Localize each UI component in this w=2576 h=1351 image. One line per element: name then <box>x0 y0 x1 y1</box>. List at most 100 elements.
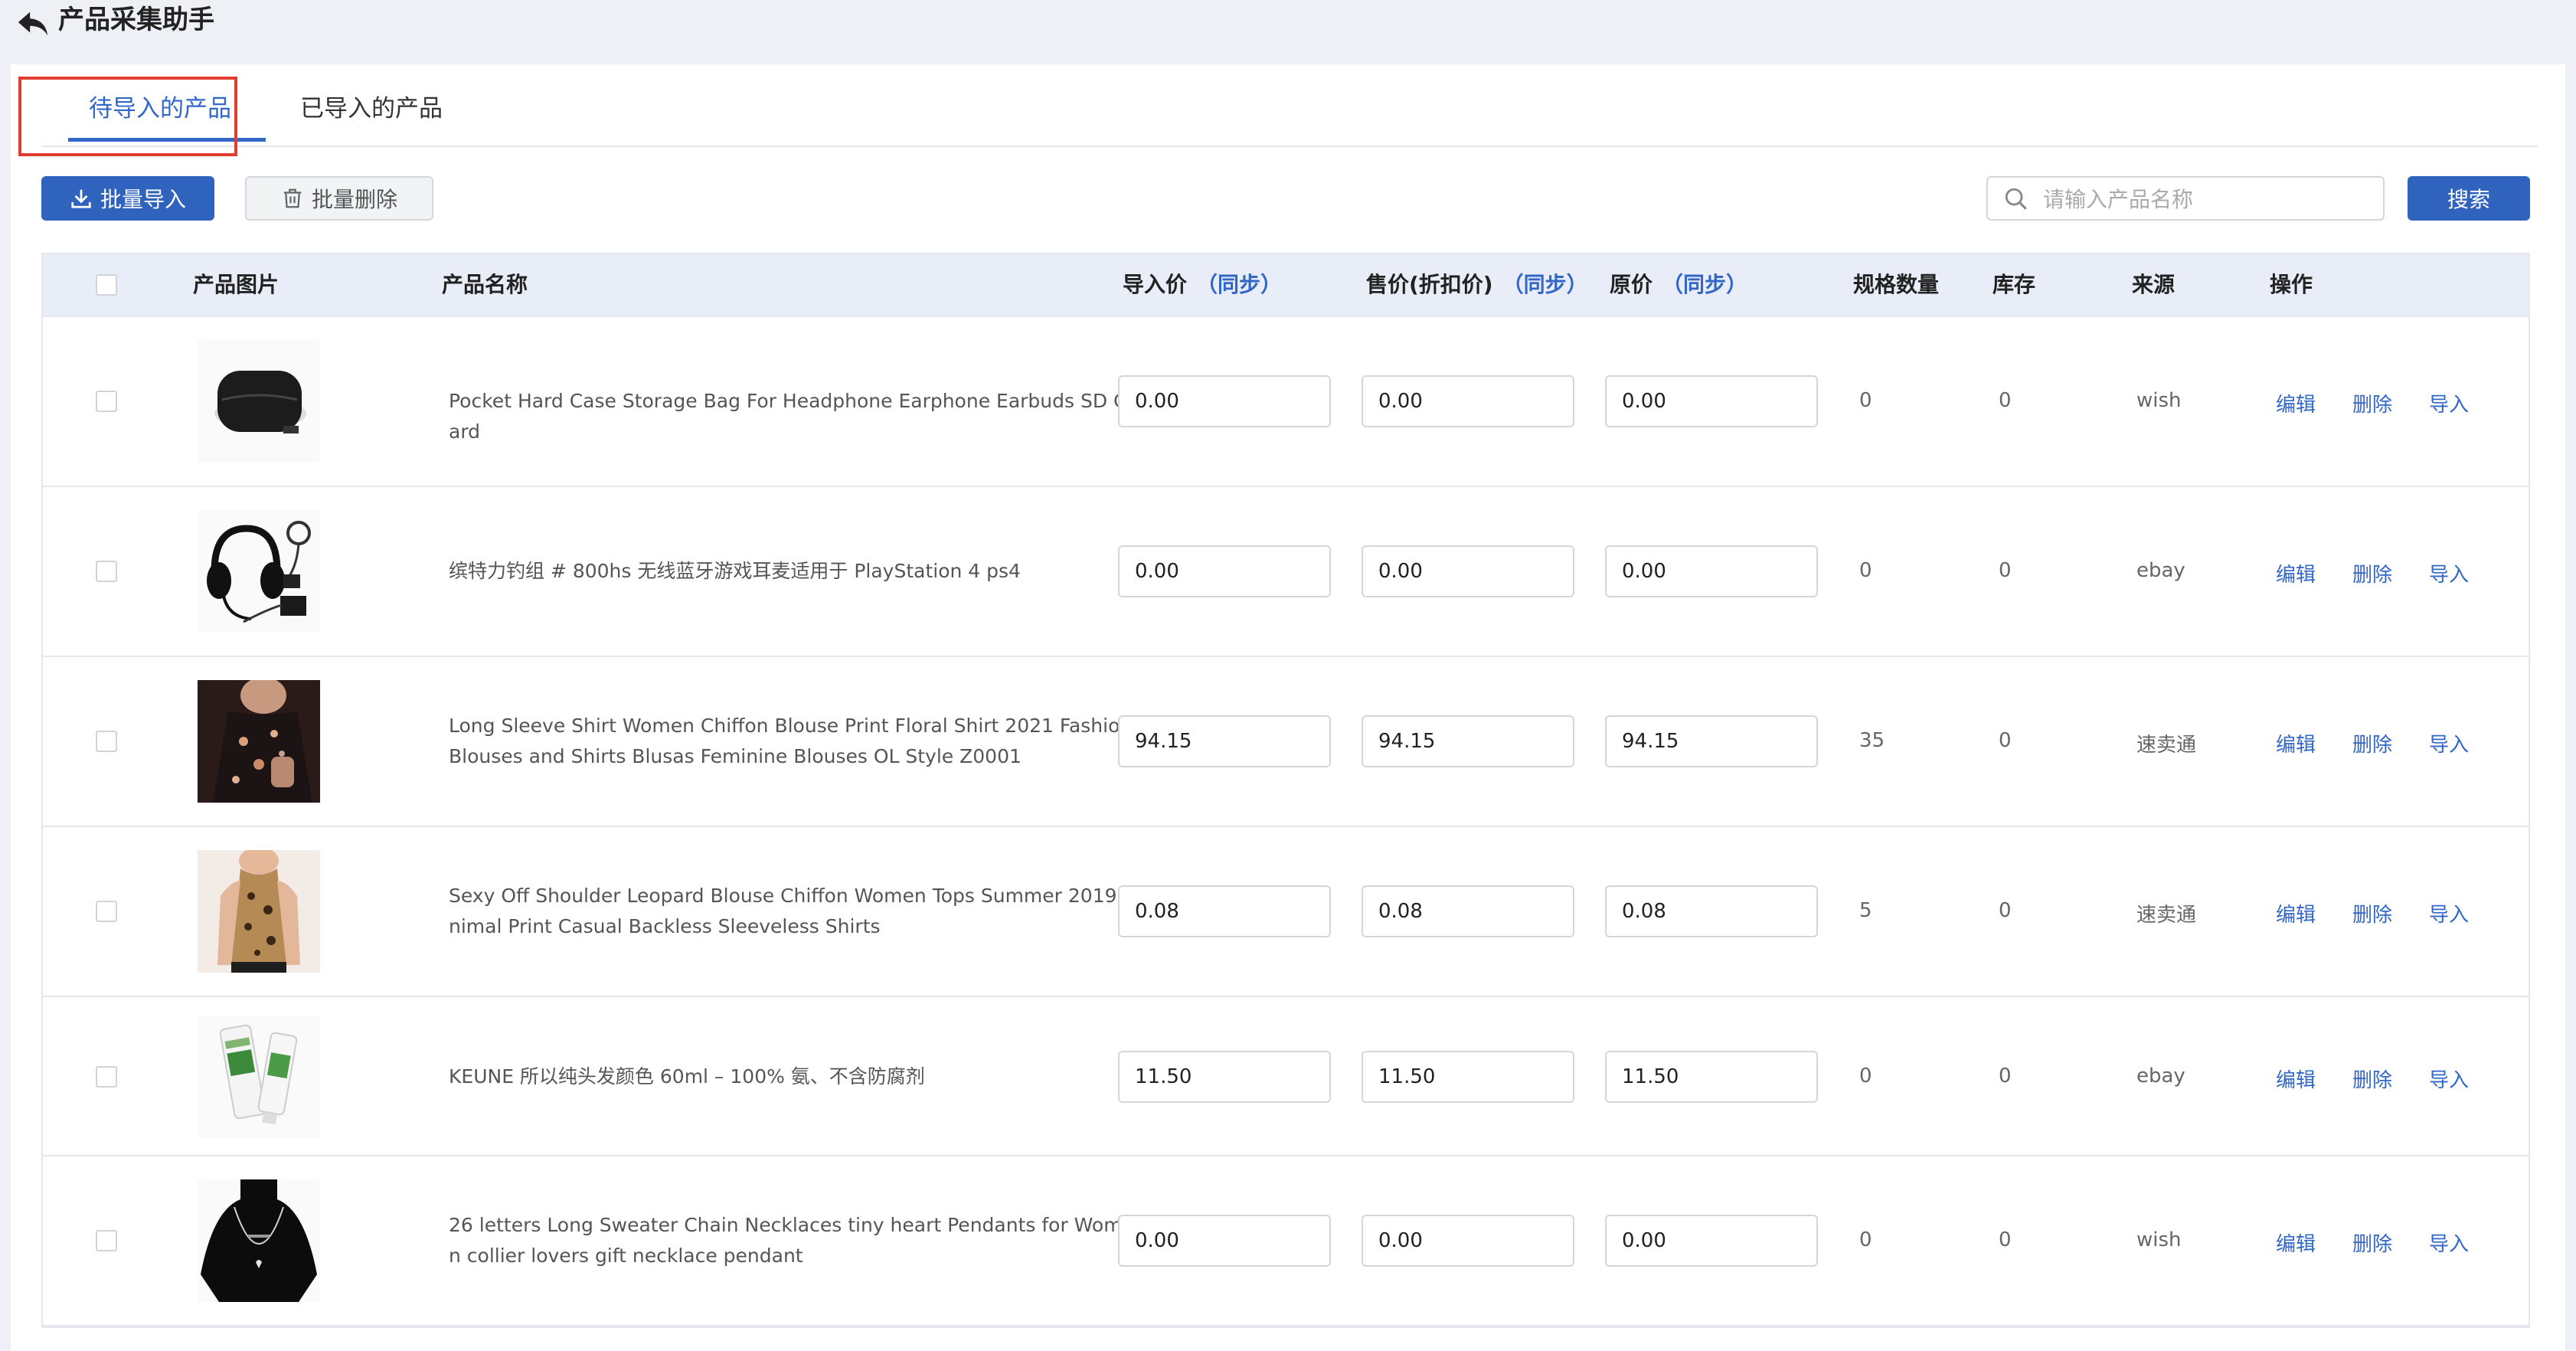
header-sale-price: 售价(折扣价) （同步） <box>1366 254 1588 316</box>
table-row: Long Sleeve Shirt Women Chiffon Blouse P… <box>43 657 2529 827</box>
header-stock: 库存 <box>1992 272 2036 297</box>
table-header: 产品图片 产品名称 导入价 （同步） 售价(折扣价) （同步） 原价 （同步） 规格数… <box>43 254 2529 317</box>
import-link[interactable]: 导入 <box>2429 559 2469 587</box>
back-arrow-icon[interactable] <box>15 6 51 41</box>
sale-price-input[interactable] <box>1362 375 1574 427</box>
edit-link[interactable]: 编辑 <box>2276 899 2316 927</box>
table-row: KEUNE 所以纯头发颜色 60ml – 100% 氨、不含防腐剂 0 0 eb… <box>43 997 2529 1156</box>
header-product-image: 产品图片 <box>193 272 280 297</box>
main-panel: 待导入的产品 已导入的产品 批量导入 批量删除 搜索 产品图片 产品名称 导入价… <box>11 64 2565 1351</box>
batch-delete-label: 批量删除 <box>311 187 397 212</box>
original-price-input[interactable] <box>1605 545 1818 597</box>
original-price-input[interactable] <box>1605 1051 1818 1103</box>
original-price-input[interactable] <box>1605 1215 1818 1267</box>
row-checkbox[interactable] <box>96 1230 117 1251</box>
leopard-top-image <box>198 850 320 973</box>
tab-imported-products[interactable]: 已导入的产品 <box>300 93 443 124</box>
import-link[interactable]: 导入 <box>2429 729 2469 757</box>
edit-link[interactable]: 编辑 <box>2276 389 2316 417</box>
header-product-name: 产品名称 <box>442 272 528 297</box>
spec-count: 0 <box>1859 559 1872 582</box>
sync-sale-price-link[interactable]: （同步） <box>1502 272 1588 297</box>
delete-link[interactable]: 删除 <box>2352 1228 2392 1257</box>
spec-count: 0 <box>1859 1065 1872 1088</box>
sale-price-input[interactable] <box>1362 1051 1574 1103</box>
tab-bar: 待导入的产品 已导入的产品 <box>41 64 2538 147</box>
search-input[interactable] <box>2042 182 2374 216</box>
row-checkbox[interactable] <box>96 901 117 922</box>
original-price-input[interactable] <box>1605 715 1818 767</box>
source: ebay <box>2136 1065 2185 1088</box>
edit-link[interactable]: 编辑 <box>2276 1228 2316 1257</box>
sale-price-input[interactable] <box>1362 885 1574 937</box>
header-actions: 操作 <box>2270 272 2313 297</box>
select-all-checkbox[interactable] <box>96 274 117 296</box>
sale-price-input[interactable] <box>1362 545 1574 597</box>
edit-link[interactable]: 编辑 <box>2276 1065 2316 1093</box>
batch-import-button[interactable]: 批量导入 <box>41 176 214 221</box>
import-price-input[interactable] <box>1118 1215 1331 1267</box>
row-checkbox[interactable] <box>96 731 117 752</box>
delete-link[interactable]: 删除 <box>2352 1065 2392 1093</box>
sale-price-input[interactable] <box>1362 1215 1574 1267</box>
download-icon <box>71 189 91 208</box>
product-name: Sexy Off Shoulder Leopard Blouse Chiffon… <box>449 885 1136 937</box>
sync-original-price-link[interactable]: （同步） <box>1662 272 1747 297</box>
delete-link[interactable]: 删除 <box>2352 559 2392 587</box>
import-price-input[interactable] <box>1118 885 1331 937</box>
product-image <box>198 340 320 463</box>
source: wish <box>2136 1228 2182 1251</box>
search-icon <box>2005 188 2027 210</box>
stock: 0 <box>1999 389 2012 412</box>
import-price-input[interactable] <box>1118 545 1331 597</box>
tab-highlight-box <box>18 77 237 156</box>
product-image <box>198 510 320 633</box>
table-row: Pocket Hard Case Storage Bag For Headpho… <box>43 317 2529 487</box>
header-import-price-label: 导入价 <box>1123 272 1188 297</box>
row-checkbox[interactable] <box>96 561 117 582</box>
import-link[interactable]: 导入 <box>2429 389 2469 417</box>
product-table: 产品图片 产品名称 导入价 （同步） 售价(折扣价) （同步） 原价 （同步） 规格数… <box>41 253 2530 1328</box>
edit-link[interactable]: 编辑 <box>2276 729 2316 757</box>
product-image <box>198 1016 320 1138</box>
source: ebay <box>2136 559 2185 582</box>
product-name: KEUNE 所以纯头发颜色 60ml – 100% 氨、不含防腐剂 <box>449 1065 925 1088</box>
source: 速卖通 <box>2136 904 2197 927</box>
table-row: Sexy Off Shoulder Leopard Blouse Chiffon… <box>43 827 2529 997</box>
product-name: Long Sleeve Shirt Women Chiffon Blouse P… <box>449 715 1133 767</box>
row-checkbox[interactable] <box>96 1066 117 1088</box>
trash-icon <box>283 188 302 208</box>
import-link[interactable]: 导入 <box>2429 1065 2469 1093</box>
import-price-input[interactable] <box>1118 715 1331 767</box>
import-price-input[interactable] <box>1118 375 1331 427</box>
product-name: Pocket Hard Case Storage Bag For Headpho… <box>449 390 1127 443</box>
source: 速卖通 <box>2136 734 2197 757</box>
delete-link[interactable]: 删除 <box>2352 729 2392 757</box>
import-price-input[interactable] <box>1118 1051 1331 1103</box>
product-name: 缤特力钓组 # 800hs 无线蓝牙游戏耳麦适用于 PlayStation 4 … <box>449 560 1021 582</box>
row-checkbox[interactable] <box>96 391 117 412</box>
sale-price-input[interactable] <box>1362 715 1574 767</box>
header-original-price-label: 原价 <box>1610 272 1653 297</box>
top-bar: 产品采集助手 <box>0 0 2576 64</box>
product-image <box>198 850 320 973</box>
stock: 0 <box>1999 1065 2012 1088</box>
sync-import-price-link[interactable]: （同步） <box>1196 272 1282 297</box>
batch-delete-button[interactable]: 批量删除 <box>245 176 433 221</box>
edit-link[interactable]: 编辑 <box>2276 559 2316 587</box>
floral-blouse-image <box>198 680 320 803</box>
original-price-input[interactable] <box>1605 885 1818 937</box>
delete-link[interactable]: 删除 <box>2352 389 2392 417</box>
search-box <box>1986 176 2385 221</box>
stock: 0 <box>1999 1228 2012 1251</box>
header-sale-price-label: 售价(折扣价) <box>1366 272 1493 297</box>
original-price-input[interactable] <box>1605 375 1818 427</box>
spec-count: 0 <box>1859 1228 1872 1251</box>
header-original-price: 原价 （同步） <box>1610 254 1747 316</box>
import-link[interactable]: 导入 <box>2429 1228 2469 1257</box>
product-image <box>198 680 320 803</box>
import-link[interactable]: 导入 <box>2429 899 2469 927</box>
delete-link[interactable]: 删除 <box>2352 899 2392 927</box>
search-button[interactable]: 搜索 <box>2408 176 2530 221</box>
stock: 0 <box>1999 729 2012 752</box>
